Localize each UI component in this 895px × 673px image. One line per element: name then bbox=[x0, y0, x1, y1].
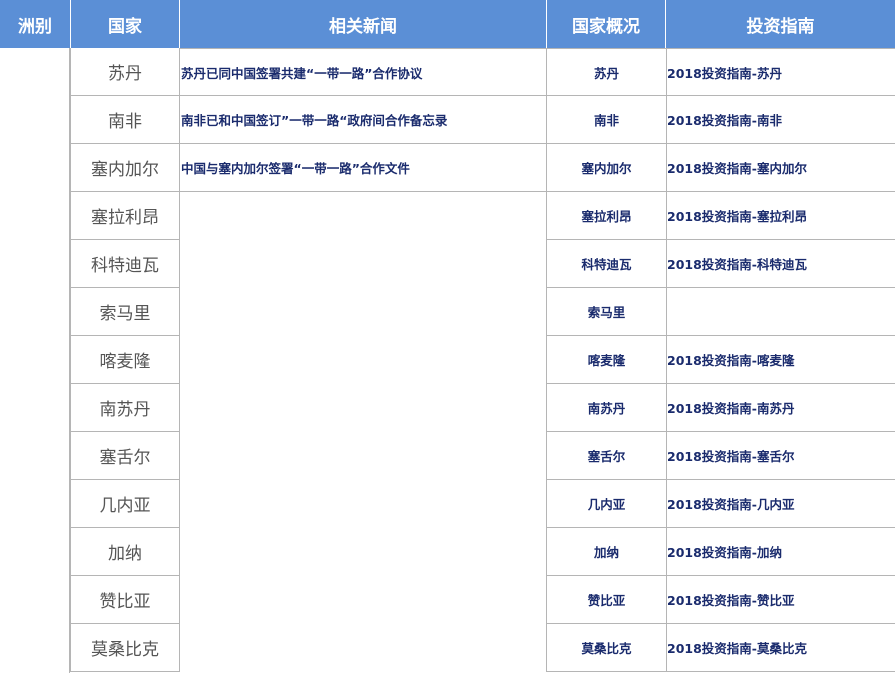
header-continent: 洲别 bbox=[0, 0, 71, 48]
country-name: 赞比亚 bbox=[70, 576, 180, 624]
country-profile-link[interactable]: 喀麦隆 bbox=[546, 336, 666, 384]
investment-guide-link[interactable]: 2018投资指南-南苏丹 bbox=[666, 384, 895, 432]
table-row: 喀麦隆 喀麦隆 2018投资指南-喀麦隆 bbox=[0, 336, 895, 384]
country-profile-link[interactable]: 塞拉利昂 bbox=[546, 192, 666, 240]
country-profile-link[interactable]: 科特迪瓦 bbox=[546, 240, 666, 288]
investment-guide-link[interactable]: 2018投资指南-苏丹 bbox=[666, 48, 895, 96]
country-name: 塞舌尔 bbox=[70, 432, 180, 480]
news-link[interactable]: 苏丹已同中国签署共建“一带一路”合作协议 bbox=[180, 48, 547, 96]
news-cell-empty bbox=[180, 528, 547, 576]
country-table: 洲别 国家 相关新闻 国家概况 投资指南 苏丹 苏丹已同中国签署共建“一带一路”合… bbox=[0, 0, 895, 673]
header-news: 相关新闻 bbox=[180, 0, 547, 48]
table-row: 几内亚 几内亚 2018投资指南-几内亚 bbox=[0, 480, 895, 528]
country-name: 喀麦隆 bbox=[70, 336, 180, 384]
country-profile-link[interactable]: 苏丹 bbox=[546, 48, 666, 96]
table-row: 苏丹 苏丹已同中国签署共建“一带一路”合作协议 苏丹 2018投资指南-苏丹 bbox=[0, 48, 895, 96]
country-name: 索马里 bbox=[70, 288, 180, 336]
country-profile-link[interactable]: 南非 bbox=[546, 96, 666, 144]
news-link[interactable]: 南非已和中国签订”一带一路“政府间合作备忘录 bbox=[180, 96, 547, 144]
country-profile-link[interactable]: 莫桑比克 bbox=[546, 624, 666, 672]
country-name: 南苏丹 bbox=[70, 384, 180, 432]
table-row: 加纳 加纳 2018投资指南-加纳 bbox=[0, 528, 895, 576]
country-name: 苏丹 bbox=[70, 48, 180, 96]
news-cell-empty bbox=[180, 336, 547, 384]
country-name: 加纳 bbox=[70, 528, 180, 576]
table-row: 塞拉利昂 塞拉利昂 2018投资指南-塞拉利昂 bbox=[0, 192, 895, 240]
news-cell-empty bbox=[180, 192, 547, 240]
country-name: 塞拉利昂 bbox=[70, 192, 180, 240]
table-row: 莫桑比克 莫桑比克 2018投资指南-莫桑比克 bbox=[0, 624, 895, 672]
table-row: 索马里 索马里 bbox=[0, 288, 895, 336]
country-name: 塞内加尔 bbox=[70, 144, 180, 192]
investment-guide-link[interactable]: 2018投资指南-喀麦隆 bbox=[666, 336, 895, 384]
country-profile-link[interactable]: 塞内加尔 bbox=[546, 144, 666, 192]
investment-guide-link[interactable]: 2018投资指南-几内亚 bbox=[666, 480, 895, 528]
investment-guide-empty bbox=[666, 288, 895, 336]
news-link[interactable]: 中国与塞内加尔签署“一带一路”合作文件 bbox=[180, 144, 547, 192]
table-row: 南非 南非已和中国签订”一带一路“政府间合作备忘录 南非 2018投资指南-南非 bbox=[0, 96, 895, 144]
header-country: 国家 bbox=[71, 0, 180, 48]
header-guide: 投资指南 bbox=[666, 0, 895, 48]
header-profile: 国家概况 bbox=[547, 0, 666, 48]
country-name: 几内亚 bbox=[70, 480, 180, 528]
country-profile-link[interactable]: 塞舌尔 bbox=[546, 432, 666, 480]
table-row: 科特迪瓦 科特迪瓦 2018投资指南-科特迪瓦 bbox=[0, 240, 895, 288]
country-name: 莫桑比克 bbox=[70, 624, 180, 672]
news-cell-empty bbox=[180, 384, 547, 432]
investment-guide-link[interactable]: 2018投资指南-加纳 bbox=[666, 528, 895, 576]
table-row: 赞比亚 赞比亚 2018投资指南-赞比亚 bbox=[0, 576, 895, 624]
investment-guide-link[interactable]: 2018投资指南-赞比亚 bbox=[666, 576, 895, 624]
country-name: 科特迪瓦 bbox=[70, 240, 180, 288]
news-cell-empty bbox=[180, 480, 547, 528]
news-cell-empty bbox=[180, 288, 547, 336]
country-profile-link[interactable]: 加纳 bbox=[546, 528, 666, 576]
table-row: 塞舌尔 塞舌尔 2018投资指南-塞舌尔 bbox=[0, 432, 895, 480]
news-cell-empty bbox=[180, 576, 547, 624]
investment-guide-link[interactable]: 2018投资指南-南非 bbox=[666, 96, 895, 144]
table-row: 塞内加尔 中国与塞内加尔签署“一带一路”合作文件 塞内加尔 2018投资指南-塞内加尔 bbox=[0, 144, 895, 192]
investment-guide-link[interactable]: 2018投资指南-科特迪瓦 bbox=[666, 240, 895, 288]
investment-guide-link[interactable]: 2018投资指南-莫桑比克 bbox=[666, 624, 895, 672]
investment-guide-link[interactable]: 2018投资指南-塞舌尔 bbox=[666, 432, 895, 480]
country-profile-link[interactable]: 赞比亚 bbox=[546, 576, 666, 624]
country-profile-link[interactable]: 几内亚 bbox=[546, 480, 666, 528]
news-cell-empty bbox=[180, 624, 547, 672]
country-profile-link[interactable]: 南苏丹 bbox=[546, 384, 666, 432]
news-cell-empty bbox=[180, 240, 547, 288]
investment-guide-link[interactable]: 2018投资指南-塞内加尔 bbox=[666, 144, 895, 192]
country-name: 南非 bbox=[70, 96, 180, 144]
country-profile-link[interactable]: 索马里 bbox=[546, 288, 666, 336]
table-row: 南苏丹 南苏丹 2018投资指南-南苏丹 bbox=[0, 384, 895, 432]
investment-guide-link[interactable]: 2018投资指南-塞拉利昂 bbox=[666, 192, 895, 240]
news-cell-empty bbox=[180, 432, 547, 480]
